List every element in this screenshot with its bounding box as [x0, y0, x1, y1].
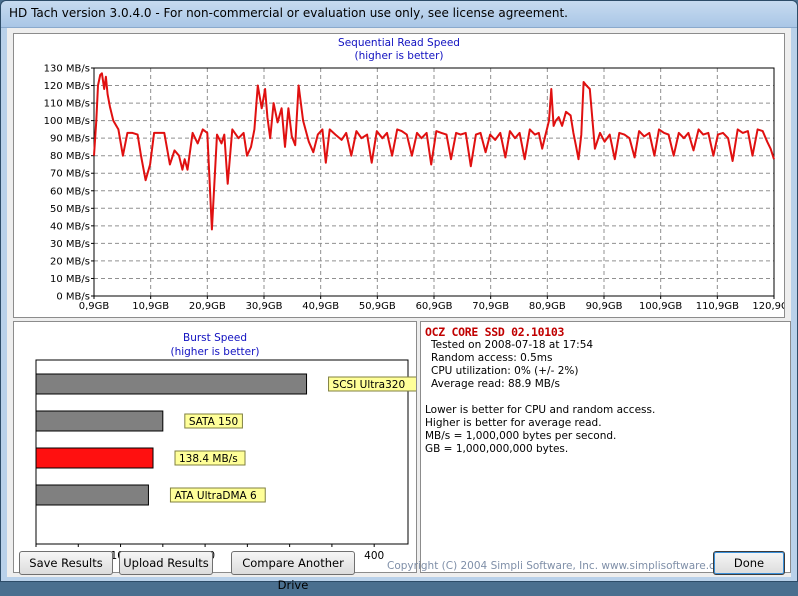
seq-y-tick-label: 20 MB/s: [50, 256, 90, 267]
client-area: Sequential Read Speed (higher is better)…: [7, 28, 791, 592]
note-gb-definition: GB = 1,000,000,000 bytes.: [425, 443, 569, 455]
seq-y-tick-label: 130 MB/s: [44, 64, 90, 75]
save-results-button[interactable]: Save Results: [19, 551, 113, 575]
upload-results-button[interactable]: Upload Results: [119, 551, 213, 575]
random-access: Random access: 0.5ms: [431, 352, 553, 364]
seq-y-tick-label: 110 MB/s: [44, 99, 90, 110]
tested-date: Tested on 2008-07-18 at 17:54: [431, 339, 594, 351]
burst-bar: [35, 447, 154, 469]
seq-y-tick-label: 10 MB/s: [50, 274, 90, 285]
done-button[interactable]: Done: [713, 551, 785, 575]
seq-y-tick-label: 30 MB/s: [50, 239, 90, 250]
seq-x-tick-label: 90,9GB: [586, 301, 623, 312]
compare-another-drive-button[interactable]: Compare Another Drive: [231, 551, 355, 592]
burst-bar-label: SCSI Ultra320: [333, 379, 406, 391]
window-title: HD Tach version 3.0.4.0 - For non-commer…: [9, 6, 568, 20]
seq-x-tick-label: 10,9GB: [132, 301, 169, 312]
seq-x-tick-label: 110,9GB: [696, 301, 739, 312]
burst-bar: [35, 410, 164, 432]
burst-speed-panel: Burst Speed (higher is better) 050100150…: [13, 321, 417, 573]
average-read: Average read: 88.9 MB/s: [431, 378, 560, 390]
cpu-utilization: CPU utilization: 0% (+/- 2%): [431, 365, 579, 377]
burst-speed-chart: 050100150200250300350400SCSI Ultra320SAT…: [33, 359, 416, 562]
seq-x-tick-label: 0,9GB: [79, 301, 110, 312]
sequential-read-chart: 130 MB/s 120 MB/s 110 MB/s 100 MB/s 90 MB/s 8…: [44, 64, 784, 313]
app-window: HD Tach version 3.0.4.0 - For non-commer…: [0, 0, 798, 592]
note-cpu-random: Lower is better for CPU and random acces…: [425, 404, 656, 416]
seq-x-tick-label: 80,9GB: [529, 301, 566, 312]
sequential-read-panel: Sequential Read Speed (higher is better)…: [13, 33, 785, 318]
seq-x-tick-label: 20,9GB: [189, 301, 226, 312]
seq-x-tick-label: 60,9GB: [416, 301, 453, 312]
burst-x-tick-label: 400: [364, 550, 384, 562]
seq-x-tick-label: 100,9GB: [639, 301, 682, 312]
seq-y-tick-label: 100 MB/s: [44, 116, 90, 127]
seq-x-tick-label: 40,9GB: [302, 301, 339, 312]
note-mbs-definition: MB/s = 1,000,000 bytes per second.: [425, 430, 617, 442]
burst-bar-label: SATA 150: [189, 416, 238, 428]
burst-bar-label: ATA UltraDMA 6: [174, 490, 257, 502]
copyright-text: Copyright (C) 2004 Simpli Software, Inc.…: [387, 560, 732, 572]
seq-y-tick-label: 60 MB/s: [50, 186, 90, 197]
drive-name: OCZ CORE SSD 02.10103: [425, 325, 565, 339]
seq-x-tick-label: 30,9GB: [246, 301, 283, 312]
seq-y-tick-label: 80 MB/s: [50, 151, 90, 162]
burst-bar: [35, 484, 149, 506]
seq-y-tick-label: 120 MB/s: [44, 81, 90, 92]
seq-y-tick-label: 70 MB/s: [50, 169, 90, 180]
title-bar[interactable]: HD Tach version 3.0.4.0 - For non-commer…: [1, 1, 797, 28]
seq-x-tick-label: 50,9GB: [359, 301, 396, 312]
seq-x-tick-label: 70,9GB: [472, 301, 509, 312]
note-average-read: Higher is better for average read.: [425, 417, 602, 429]
seq-y-tick-label: 50 MB/s: [50, 204, 90, 215]
burst-bar: [35, 373, 308, 395]
seq-y-tick-label: 40 MB/s: [50, 221, 90, 232]
seq-y-tick-label: 90 MB/s: [50, 134, 90, 145]
drive-info-panel: OCZ CORE SSD 02.10103 Tested on 2008-07-…: [420, 321, 791, 573]
burst-bar-label: 138.4 MB/s: [179, 453, 238, 465]
seq-x-tick-label: 120,9GB: [752, 301, 784, 312]
